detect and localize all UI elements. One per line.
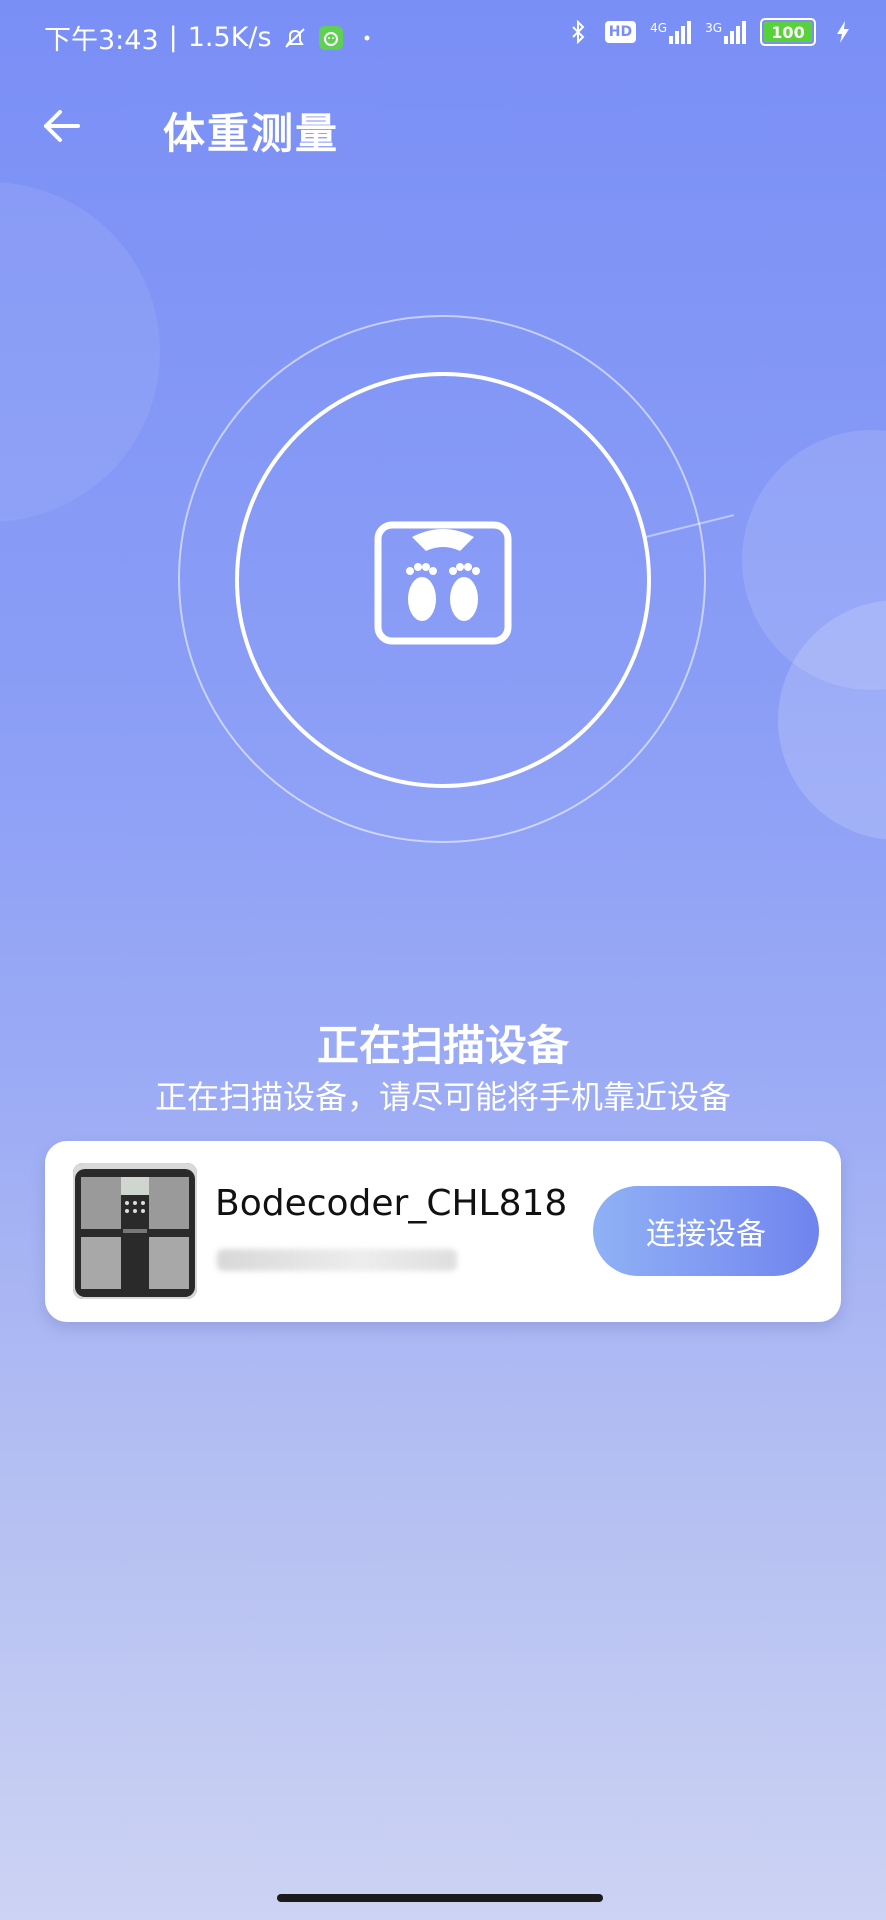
status-left: 下午3:43 | 1.5K/s [44, 18, 380, 57]
battery-level: 100 [771, 22, 805, 42]
status-net-speed: 1.5K/s [187, 22, 272, 53]
device-id-redacted [217, 1249, 457, 1271]
bell-off-icon [284, 27, 305, 48]
signal-3g-label: 3G [705, 20, 722, 35]
scan-title: 正在扫描设备 [316, 1021, 569, 1070]
dot-icon [364, 35, 370, 40]
hd-icon: HD [604, 21, 637, 43]
signal-3g-icon: 3G [705, 20, 746, 44]
device-card[interactable]: Bodecoder_CHL818 连接设备 [45, 1141, 841, 1322]
app-notification-icon [318, 25, 343, 50]
scan-subtitle: 正在扫描设备，请尽可能将手机靠近设备 [154, 1078, 731, 1116]
battery-icon: 100 [760, 18, 816, 46]
status-separator: | [168, 22, 178, 53]
connect-device-button[interactable]: 连接设备 [593, 1186, 819, 1276]
home-indicator[interactable] [277, 1894, 603, 1902]
screen: 下午3:43 | 1.5K/s HD 4G 3G 100 体重测量 正在扫描设备… [0, 0, 886, 1920]
device-name: Bodecoder_CHL818 [215, 1183, 568, 1224]
decor-circle-left [0, 182, 160, 522]
status-right: HD 4G 3G 100 [565, 18, 856, 46]
body-scale-device-image [73, 1163, 197, 1299]
charging-icon [837, 21, 849, 43]
status-time: 下午3:43 [44, 25, 159, 56]
bluetooth-icon [572, 19, 585, 45]
scale-footprints-icon [374, 521, 512, 645]
signal-4g-icon: 4G [650, 20, 692, 44]
page-title: 体重测量 [163, 109, 340, 158]
status-bar: 下午3:43 | 1.5K/s HD 4G 3G 100 [0, 0, 886, 72]
back-arrow-icon[interactable] [38, 102, 86, 150]
header: 体重测量 [0, 72, 886, 182]
signal-4g-label: 4G [650, 20, 668, 35]
